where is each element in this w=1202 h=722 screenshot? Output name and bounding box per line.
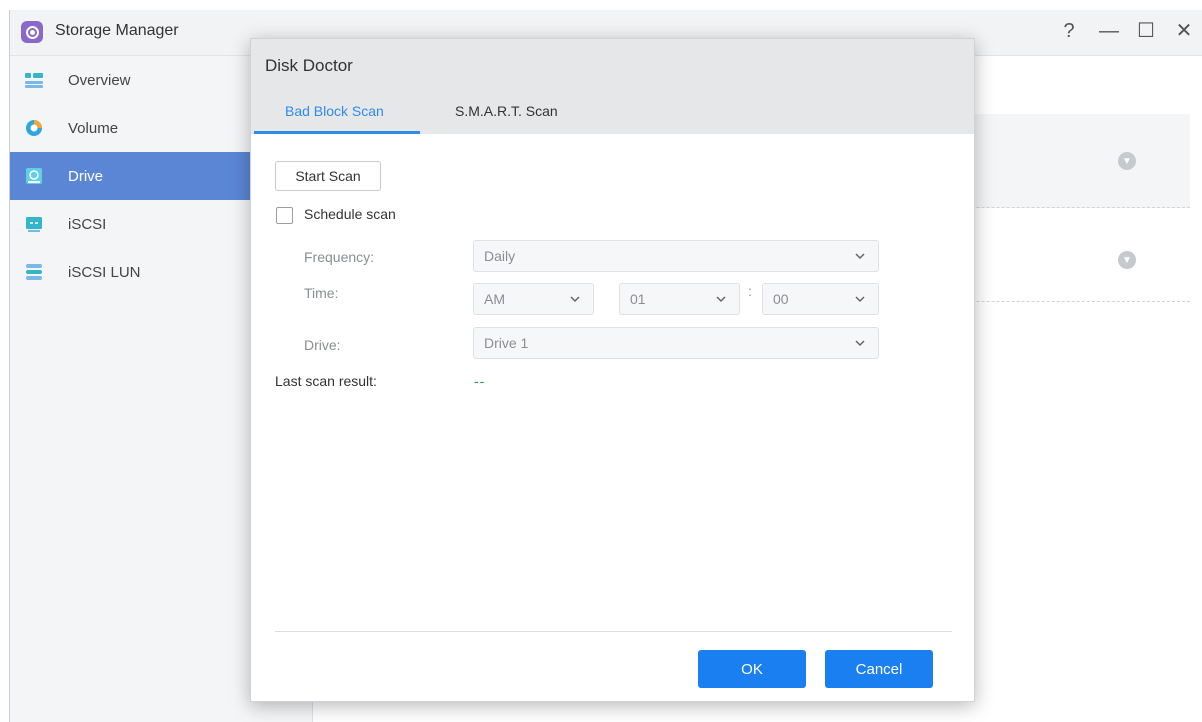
time-minute-value: 00 xyxy=(773,291,789,307)
chevron-down-icon xyxy=(855,253,865,260)
active-tab-indicator xyxy=(254,131,420,134)
frequency-label: Frequency: xyxy=(304,249,375,265)
ok-button[interactable]: OK xyxy=(698,650,806,688)
iscsi-icon xyxy=(26,217,42,232)
chevron-down-icon xyxy=(855,340,865,347)
chevron-down-icon[interactable]: ▼ xyxy=(1118,152,1136,170)
chevron-down-icon xyxy=(570,296,580,303)
time-hour-select[interactable]: 01 xyxy=(619,283,740,315)
volume-icon xyxy=(26,120,42,136)
drive-select[interactable]: Drive 1 xyxy=(473,327,879,359)
overview-icon xyxy=(25,73,43,88)
last-scan-result-label: Last scan result: xyxy=(275,373,377,389)
time-separator: : xyxy=(748,283,752,299)
chevron-down-icon xyxy=(716,296,726,303)
tab-smart-scan[interactable]: S.M.A.R.T. Scan xyxy=(455,103,558,119)
frequency-select[interactable]: Daily xyxy=(473,240,879,272)
schedule-scan-checkbox[interactable] xyxy=(276,207,293,224)
cancel-button[interactable]: Cancel xyxy=(825,650,933,688)
app-title: Storage Manager xyxy=(55,22,179,39)
sidebar-item-label: iSCSI LUN xyxy=(68,263,141,281)
dialog-header: Disk Doctor Bad Block Scan S.M.A.R.T. Sc… xyxy=(251,39,974,134)
chevron-down-icon xyxy=(855,296,865,303)
sidebar-item-label: iSCSI xyxy=(68,215,107,233)
minimize-icon[interactable]: — xyxy=(1096,18,1122,44)
time-label: Time: xyxy=(304,285,339,301)
dialog-title: Disk Doctor xyxy=(265,56,353,75)
time-minute-select[interactable]: 00 xyxy=(762,283,879,315)
maximize-icon[interactable]: ☐ xyxy=(1133,18,1159,44)
drive-value: Drive 1 xyxy=(484,335,529,351)
sidebar-item-label: Overview xyxy=(68,71,131,89)
drive-icon xyxy=(26,168,42,184)
iscsi-lun-icon xyxy=(26,264,42,280)
chevron-down-icon[interactable]: ▼ xyxy=(1118,251,1136,269)
start-scan-button[interactable]: Start Scan xyxy=(275,161,381,191)
disk-doctor-dialog: Disk Doctor Bad Block Scan S.M.A.R.T. Sc… xyxy=(250,38,975,702)
storage-manager-logo-icon xyxy=(21,21,43,43)
frequency-value: Daily xyxy=(484,248,516,264)
help-icon[interactable]: ? xyxy=(1056,18,1082,44)
schedule-scan-label: Schedule scan xyxy=(304,206,396,222)
close-icon[interactable]: ✕ xyxy=(1171,18,1197,44)
last-scan-result-value: -- xyxy=(474,373,486,389)
time-ampm-select[interactable]: AM xyxy=(473,283,594,315)
drive-label: Drive: xyxy=(304,337,341,353)
time-ampm-value: AM xyxy=(484,291,505,307)
sidebar-item-label: Volume xyxy=(68,119,119,137)
tab-bad-block-scan[interactable]: Bad Block Scan xyxy=(285,103,384,119)
sidebar-item-label: Drive xyxy=(68,167,104,185)
time-hour-value: 01 xyxy=(630,291,646,307)
dialog-footer-divider xyxy=(275,631,952,632)
